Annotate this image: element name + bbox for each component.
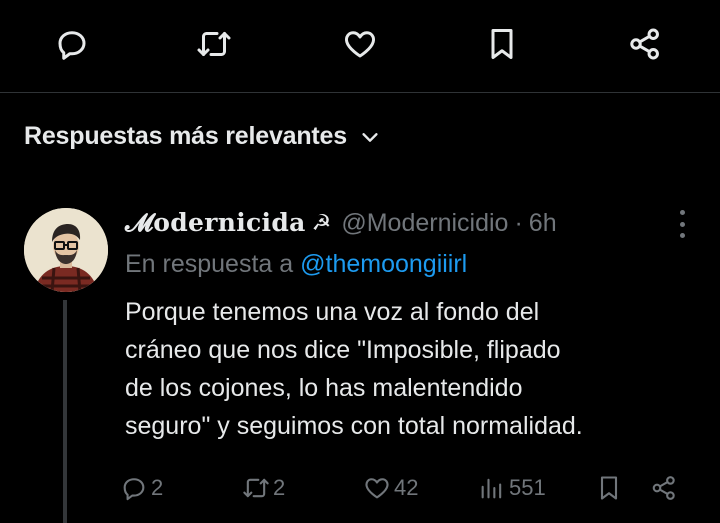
reply-text-line: Porque tenemos una voz al fondo del [125, 298, 540, 326]
view-count: 551 [509, 475, 546, 500]
share-button[interactable] [650, 468, 678, 508]
more-options-icon[interactable] [676, 210, 688, 238]
reply-text-line: seguro" y seguimos con total normalidad. [125, 412, 583, 440]
replies-sort-dropdown[interactable]: Respuestas más relevantes [24, 122, 381, 151]
like-button[interactable]: 42 [363, 468, 418, 508]
repost-count: 2 [273, 475, 286, 500]
reply-button[interactable]: 2 [120, 468, 163, 508]
share-icon [652, 476, 675, 500]
bookmark-button[interactable] [595, 468, 623, 508]
reply-icon [123, 478, 145, 501]
replying-to: En respuesta a @themoongiiirl [125, 250, 467, 279]
sort-label: Respuestas más relevantes [24, 122, 347, 150]
display-name[interactable]: 𝓜odernicida [125, 208, 306, 238]
repost-icon[interactable] [192, 22, 236, 66]
share-icon[interactable] [623, 22, 667, 66]
replying-to-mention[interactable]: @themoongiiirl [300, 250, 467, 278]
like-icon [365, 478, 389, 499]
reply-text-line: de los cojones, lo has malentendido [125, 374, 523, 402]
bookmark-icon [600, 476, 618, 500]
reply-text-line: cráneo que nos dice "Imposible, flipado [125, 336, 561, 364]
replying-to-label: En respuesta a [125, 250, 294, 278]
reply-text: Porque tenemos una voz al fondo del crán… [125, 293, 710, 445]
separator-dot: · [514, 208, 523, 237]
views-button[interactable]: 551 [478, 468, 546, 508]
thread-line [63, 300, 67, 523]
views-icon [481, 478, 502, 499]
like-icon[interactable] [338, 22, 382, 66]
repost-button[interactable]: 2 [242, 468, 285, 508]
hammer-sickle-emoji: ☭ [311, 210, 332, 235]
user-handle[interactable]: @Modernicidio [341, 209, 508, 238]
reply-count: 2 [151, 475, 164, 500]
reply-header: 𝓜odernicida ☭ @Modernicidio · 6h [125, 206, 700, 240]
reply-icon[interactable] [50, 22, 94, 66]
bookmark-icon[interactable] [480, 22, 524, 66]
avatar[interactable] [24, 208, 108, 292]
reply-actions: 2 2 42 551 [120, 468, 700, 508]
timestamp[interactable]: 6h [529, 209, 557, 238]
repost-icon [243, 478, 269, 498]
chevron-down-icon [362, 132, 378, 142]
main-tweet-actions [0, 0, 720, 92]
like-count: 42 [394, 475, 419, 500]
section-divider [0, 92, 720, 93]
